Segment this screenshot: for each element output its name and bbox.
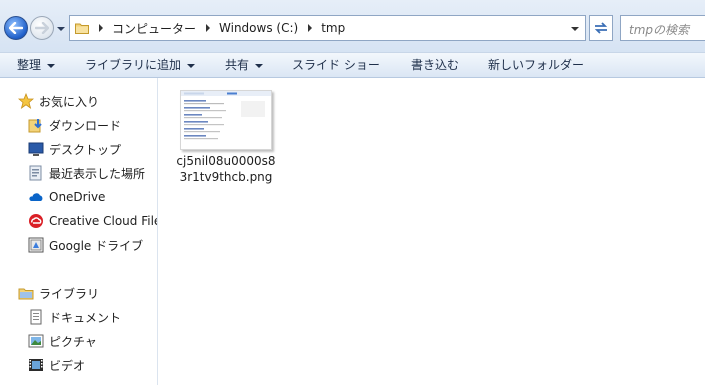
search-input[interactable]: tmpの検索: [620, 15, 705, 41]
sidebar-item-label: 最近表示した場所: [49, 166, 146, 181]
sidebar-item-label: Creative Cloud File: [49, 214, 158, 228]
sidebar-item-label: ピクチャ: [49, 334, 97, 349]
sidebar-item-label: ダウンロード: [49, 118, 122, 133]
new-folder-label: 新しいフォルダー: [488, 58, 585, 72]
breadcrumb-separator-icon[interactable]: [308, 24, 313, 32]
google-drive-icon: [28, 237, 44, 253]
breadcrumb-drive[interactable]: Windows (C:): [219, 21, 298, 35]
sidebar-item-documents[interactable]: ドキュメント: [28, 306, 157, 328]
file-name-line: cj5nil08u0000s8: [176, 154, 276, 168]
sidebar-item-label: デスクトップ: [49, 142, 122, 157]
file-name-line: 3r1tv9thcb.png: [179, 170, 273, 184]
sidebar-item-recent-places[interactable]: 最近表示した場所: [28, 162, 157, 184]
share-button[interactable]: 共有: [225, 56, 264, 74]
back-arrow-icon: [9, 22, 23, 34]
forward-arrow-icon: [35, 22, 49, 34]
navigation-pane[interactable]: お気に入り ダウンロード デスクトップ 最近表示した場所 OneDrive Cr…: [0, 78, 158, 385]
videos-icon: [28, 357, 44, 373]
address-history-dropdown[interactable]: [571, 27, 579, 31]
forward-button[interactable]: [30, 16, 54, 40]
breadcrumb-separator-icon[interactable]: [99, 24, 103, 32]
onedrive-icon: [28, 189, 44, 205]
share-label: 共有: [225, 58, 250, 72]
folder-icon: [75, 23, 89, 34]
sidebar-item-onedrive[interactable]: OneDrive: [28, 186, 157, 208]
sidebar-item-label: ライブラリ: [39, 286, 100, 301]
command-bar: 整理 ライブラリに追加 共有 スライド ショー 書き込む 新しいフォルダー: [0, 52, 705, 78]
sidebar-item-label: OneDrive: [49, 190, 106, 204]
documents-icon: [28, 309, 44, 325]
organize-label: 整理: [17, 58, 42, 72]
slideshow-button[interactable]: スライド ショー: [292, 56, 380, 74]
slideshow-label: スライド ショー: [292, 58, 380, 72]
image-thumbnail: [180, 90, 272, 150]
breadcrumb-computer[interactable]: コンピューター: [112, 20, 196, 37]
file-name[interactable]: cj5nil08u0000s8 3r1tv9thcb.png: [176, 153, 276, 185]
pictures-icon: [28, 333, 44, 349]
back-button[interactable]: [4, 16, 28, 40]
refresh-icon: [594, 22, 608, 34]
sidebar-item-desktop[interactable]: デスクトップ: [28, 138, 157, 160]
sidebar-item-libraries[interactable]: ライブラリ: [18, 282, 157, 304]
star-icon: [18, 93, 34, 109]
sidebar-item-google-drive[interactable]: Google ドライブ: [28, 234, 157, 256]
sidebar-item-label: ビデオ: [49, 358, 86, 373]
sidebar-item-downloads[interactable]: ダウンロード: [28, 114, 157, 136]
sidebar-item-label: ドキュメント: [49, 310, 122, 325]
sidebar-item-label: Google ドライブ: [49, 238, 144, 253]
add-to-library-label: ライブラリに追加: [85, 58, 182, 72]
burn-label: 書き込む: [411, 58, 460, 72]
creative-cloud-icon: [28, 213, 44, 229]
sidebar-item-label: お気に入り: [39, 94, 100, 109]
add-to-library-button[interactable]: ライブラリに追加: [85, 56, 196, 74]
burn-button[interactable]: 書き込む: [411, 56, 459, 74]
screenshot-thumbnail-icon: [181, 91, 271, 140]
recent-pages-dropdown[interactable]: [57, 27, 65, 31]
chevron-down-icon: [47, 63, 56, 68]
new-folder-button[interactable]: 新しいフォルダー: [488, 56, 584, 74]
sidebar-item-pictures[interactable]: ピクチャ: [28, 330, 157, 352]
download-folder-icon: [28, 117, 44, 133]
chevron-down-icon: [187, 63, 196, 68]
chevron-down-icon: [255, 63, 264, 68]
recent-places-icon: [28, 165, 44, 181]
address-row: コンピューター Windows (C:) tmp tmpの検索: [0, 0, 705, 52]
sidebar-item-creative-cloud[interactable]: Creative Cloud File: [28, 210, 158, 232]
desktop-icon: [28, 141, 44, 157]
organize-button[interactable]: 整理: [17, 56, 56, 74]
breadcrumb-tmp[interactable]: tmp: [321, 21, 345, 35]
refresh-button[interactable]: [589, 15, 613, 41]
search-placeholder: tmpの検索: [629, 23, 690, 37]
sidebar-item-favorites[interactable]: お気に入り: [18, 90, 157, 112]
address-bar[interactable]: コンピューター Windows (C:) tmp: [69, 15, 586, 41]
sidebar-item-videos[interactable]: ビデオ: [28, 354, 157, 376]
breadcrumb-separator-icon[interactable]: [206, 24, 211, 32]
file-list-area[interactable]: cj5nil08u0000s8 3r1tv9thcb.png: [158, 78, 705, 385]
libraries-icon: [18, 285, 34, 301]
